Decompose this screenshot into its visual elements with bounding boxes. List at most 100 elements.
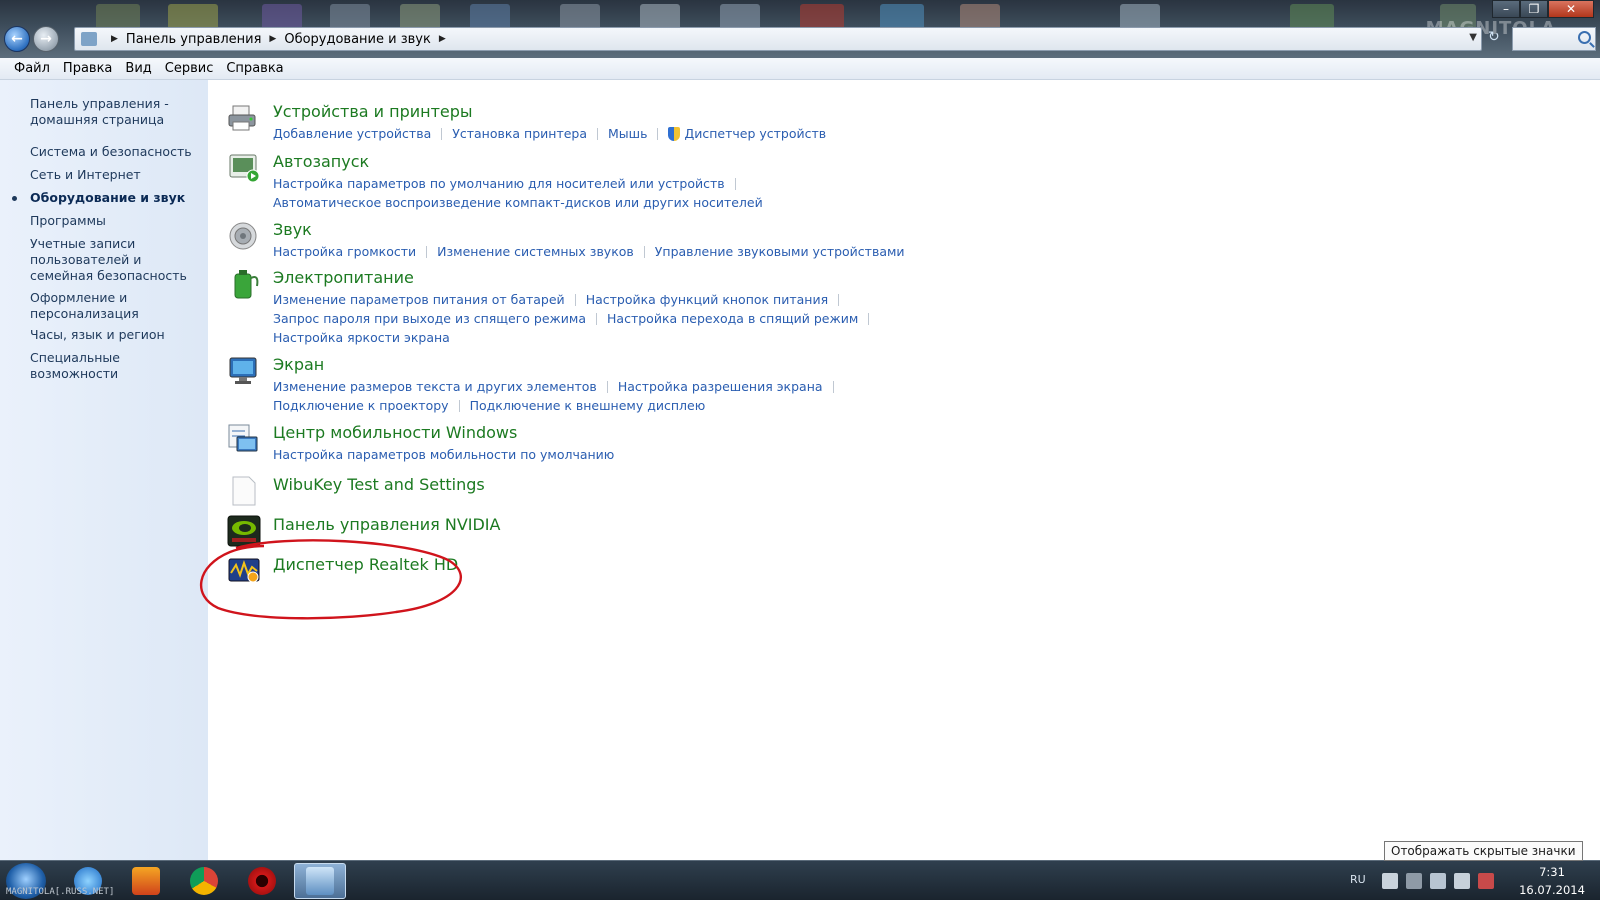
taskbar-app-opera[interactable] <box>236 863 288 899</box>
back-arrow-icon: ← <box>11 31 23 47</box>
sidebar-item-network[interactable]: Сеть и Интернет <box>30 167 200 183</box>
link-sleep-settings[interactable]: Настройка перехода в спящий режим <box>607 311 858 326</box>
taskbar-app-chrome[interactable] <box>178 863 230 899</box>
sidebar-item-user-accounts[interactable]: Учетные записи пользователей и семейная … <box>30 236 200 284</box>
breadcrumb-control-panel[interactable]: Панель управления <box>126 32 262 47</box>
category-title-display[interactable]: Экран <box>273 355 324 374</box>
menu-bar: Файл Правка Вид Сервис Справка <box>0 58 1600 80</box>
category-title-autoplay[interactable]: Автозапуск <box>273 152 369 171</box>
link-system-sounds[interactable]: Изменение системных звуков <box>437 244 634 259</box>
maximize-button[interactable]: ❐ <box>1520 0 1548 18</box>
mobility-center-icon <box>228 424 258 452</box>
network-icon[interactable] <box>1430 873 1446 889</box>
sidebar-item-system-security[interactable]: Система и безопасность <box>30 144 200 160</box>
menu-tools[interactable]: Сервис <box>165 61 214 76</box>
link-screen-brightness[interactable]: Настройка яркости экрана <box>273 330 450 345</box>
forward-arrow-icon: → <box>40 31 52 47</box>
divider <box>441 127 443 140</box>
link-wake-password[interactable]: Запрос пароля при выходе из спящего режи… <box>273 311 586 326</box>
left-navigation-pane: Панель управления - домашняя страница Си… <box>0 80 208 860</box>
divider <box>426 245 428 258</box>
autoplay-icon <box>229 154 260 183</box>
document-icon <box>232 476 256 506</box>
sidebar-item-accessibility[interactable]: Специальные возможности <box>30 350 200 382</box>
show-hidden-icons-button[interactable] <box>1382 873 1398 889</box>
uac-shield-icon <box>668 126 681 141</box>
link-projector[interactable]: Подключение к проектору <box>273 398 449 413</box>
back-button[interactable]: ← <box>4 26 30 52</box>
link-mouse[interactable]: Мышь <box>608 126 647 141</box>
opera-icon <box>248 867 276 895</box>
chevron-down-icon[interactable]: ▼ <box>1469 32 1477 43</box>
category-title-sound[interactable]: Звук <box>273 220 312 239</box>
speaker-icon <box>229 222 257 250</box>
sidebar-item-programs[interactable]: Программы <box>30 213 200 229</box>
category-title-wibukey[interactable]: WibuKey Test and Settings <box>273 475 485 494</box>
divider <box>868 312 870 325</box>
navigation-row: ← → ▶ Панель управления ▶ Оборудование и… <box>0 24 1600 54</box>
divider <box>596 312 598 325</box>
link-battery-settings[interactable]: Изменение параметров питания от батарей <box>273 292 565 307</box>
menu-file[interactable]: Файл <box>14 61 50 76</box>
divider <box>643 245 645 258</box>
link-autoplay-defaults[interactable]: Настройка параметров по умолчанию для но… <box>273 176 725 191</box>
chevron-right-icon[interactable]: ▶ <box>269 34 276 44</box>
menu-help[interactable]: Справка <box>226 61 283 76</box>
link-install-printer[interactable]: Установка принтера <box>452 126 587 141</box>
link-device-manager[interactable]: Диспетчер устройств <box>684 126 826 141</box>
link-add-device[interactable]: Добавление устройства <box>273 126 431 141</box>
taskbar-app-media[interactable] <box>120 863 172 899</box>
sidebar-item-appearance[interactable]: Оформление и персонализация <box>30 290 200 322</box>
category-title-mobility[interactable]: Центр мобильности Windows <box>273 423 517 442</box>
menu-view[interactable]: Вид <box>125 61 151 76</box>
link-power-buttons[interactable]: Настройка функций кнопок питания <box>586 292 828 307</box>
battery-icon <box>234 270 259 299</box>
breadcrumb-hardware-sound[interactable]: Оборудование и звук <box>284 32 431 47</box>
printer-icon <box>228 105 256 131</box>
link-external-display[interactable]: Подключение к внешнему дисплею <box>470 398 706 413</box>
minimize-button[interactable]: – <box>1492 0 1520 18</box>
clock-time[interactable]: 7:31 <box>1520 865 1584 879</box>
taskbar-watermark-text: MAGNITOLA[.RUSS.NET] <box>6 887 115 897</box>
link-volume[interactable]: Настройка громкости <box>273 244 416 259</box>
forward-button[interactable]: → <box>33 26 59 52</box>
task-links: Настройка громкости Изменение системных … <box>273 242 905 261</box>
category-title-nvidia[interactable]: Панель управления NVIDIA <box>273 515 500 534</box>
tooltip: Отображать скрытые значки <box>1384 841 1583 861</box>
task-links: Изменение размеров текста и других элеме… <box>273 377 844 415</box>
task-links: Изменение параметров питания от батарей … <box>273 290 879 347</box>
sidebar-item-home[interactable]: Панель управления - домашняя страница <box>30 96 200 128</box>
link-text-size[interactable]: Изменение размеров текста и других элеме… <box>273 379 597 394</box>
link-screen-resolution[interactable]: Настройка разрешения экрана <box>618 379 823 394</box>
control-panel-icon <box>306 867 334 895</box>
sidebar-item-hardware-sound[interactable]: Оборудование и звук <box>30 190 200 206</box>
chevron-right-icon: ▶ <box>111 34 118 44</box>
usb-icon[interactable] <box>1406 873 1422 889</box>
link-autoplay-cds[interactable]: Автоматическое воспроизведение компакт-д… <box>273 195 763 210</box>
chevron-right-icon[interactable]: ▶ <box>439 34 446 44</box>
taskbar-app-control-panel[interactable] <box>294 863 346 899</box>
menu-edit[interactable]: Правка <box>63 61 112 76</box>
category-title-devices[interactable]: Устройства и принтеры <box>273 102 473 121</box>
language-indicator[interactable]: RU <box>1350 873 1366 886</box>
close-button[interactable]: ✕ <box>1548 0 1594 18</box>
action-center-icon[interactable] <box>1478 873 1494 889</box>
active-bullet-icon <box>12 196 17 201</box>
refresh-button[interactable]: ↻ <box>1488 29 1508 49</box>
address-bar[interactable]: ▶ Панель управления ▶ Оборудование и зву… <box>74 27 1482 51</box>
task-links: Настройка параметров мобильности по умол… <box>273 445 614 464</box>
search-input[interactable] <box>1512 27 1596 51</box>
divider <box>657 127 659 140</box>
window-titlebar: MAGNITOLA – ❐ ✕ ← → ▶ Панель управления … <box>0 0 1600 58</box>
task-links: Добавление устройства Установка принтера… <box>273 124 826 143</box>
volume-icon[interactable] <box>1454 873 1470 889</box>
divider <box>832 380 834 393</box>
link-sound-devices[interactable]: Управление звуковыми устройствами <box>655 244 905 259</box>
taskbar: MAGNITOLA[.RUSS.NET] RU 7:31 16.07.2014 <box>0 860 1600 900</box>
sidebar-item-clock-region[interactable]: Часы, язык и регион <box>30 327 200 343</box>
category-title-power[interactable]: Электропитание <box>273 268 414 287</box>
clock-date[interactable]: 16.07.2014 <box>1516 883 1588 897</box>
divider <box>597 127 599 140</box>
search-icon[interactable] <box>1578 31 1591 44</box>
link-mobility-defaults[interactable]: Настройка параметров мобильности по умол… <box>273 447 614 462</box>
